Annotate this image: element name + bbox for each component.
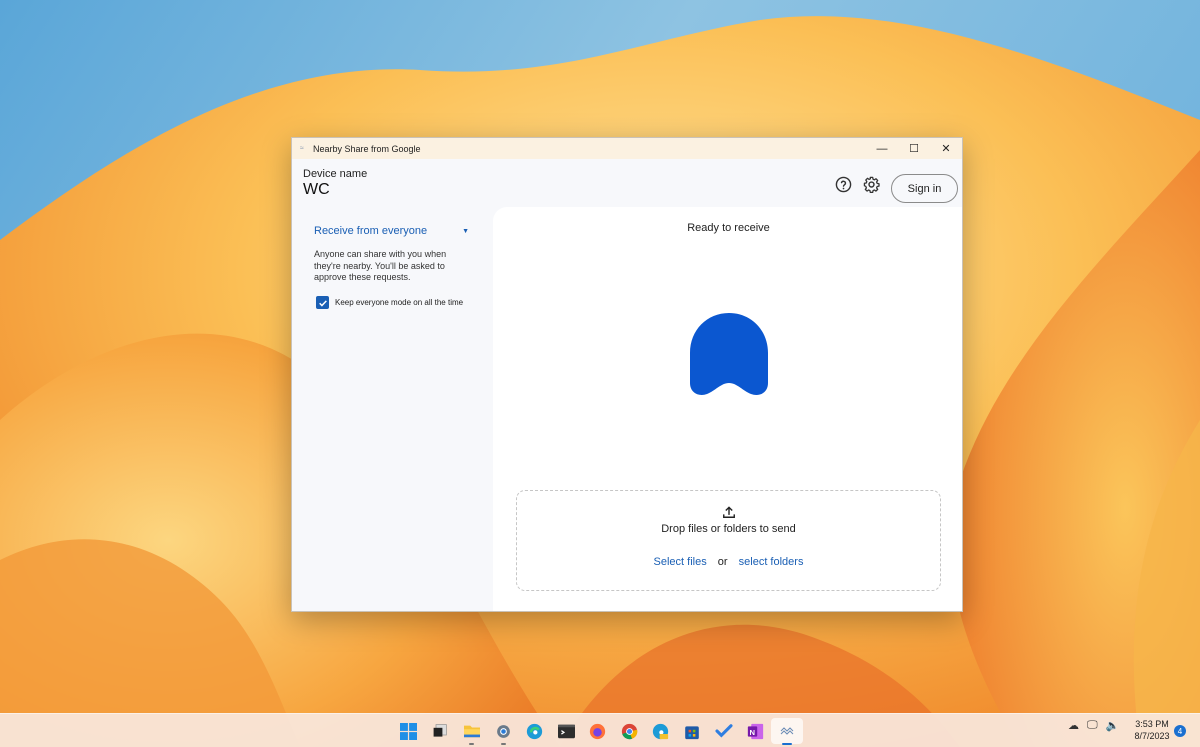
device-name-value: WC	[303, 181, 330, 198]
select-folders-link[interactable]: select folders	[739, 556, 804, 568]
or-separator: or	[717, 556, 728, 568]
taskbar-firefox[interactable]	[582, 718, 614, 744]
file-drop-zone[interactable]: Drop files or folders to send Select fil…	[516, 490, 941, 591]
select-files-link[interactable]: Select files	[654, 556, 707, 568]
taskbar-settings[interactable]	[488, 718, 520, 745]
receive-mode-label: Receive from everyone	[314, 225, 428, 237]
taskbar-task-view[interactable]	[425, 718, 457, 744]
clock-date: 8/7/2023	[1134, 731, 1170, 741]
clock-time: 3:53 PM	[1135, 719, 1169, 729]
upload-icon	[517, 505, 940, 519]
edge-icon	[527, 723, 543, 739]
taskbar-microsoft-store[interactable]	[677, 718, 709, 744]
receive-settings-panel: Receive from everyone ▼ Anyone can share…	[292, 211, 492, 611]
device-visibility-blob-icon	[690, 313, 768, 395]
title-bar[interactable]: ≈ Nearby Share from Google — ☐ ✕	[292, 138, 962, 159]
taskbar-chrome[interactable]	[614, 718, 646, 744]
folder-icon	[463, 725, 480, 738]
nearby-share-icon	[780, 727, 794, 735]
terminal-icon	[557, 724, 575, 738]
chrome-icon	[621, 723, 638, 739]
settings-gear-icon	[496, 724, 510, 738]
clock[interactable]: 3:53 PM 8/7/2023	[1132, 718, 1172, 742]
taskbar-edge-canary[interactable]	[645, 718, 677, 744]
caret-down-icon: ▼	[462, 228, 469, 235]
sign-in-button[interactable]: Sign in	[891, 174, 958, 203]
help-icon[interactable]	[833, 174, 853, 194]
receive-mode-description: Anyone can share with you when they're n…	[314, 249, 447, 282]
nearby-share-app-icon: ≈	[300, 144, 304, 152]
window-title: Nearby Share from Google	[313, 143, 421, 154]
running-indicator	[469, 743, 474, 745]
keep-everyone-mode-label: Keep everyone mode on all the time	[335, 298, 464, 307]
keep-everyone-mode-option[interactable]: Keep everyone mode on all the time	[316, 296, 463, 309]
taskbar-file-explorer[interactable]	[456, 718, 488, 745]
taskbar-terminal[interactable]	[551, 718, 583, 744]
windows-logo-icon	[400, 722, 418, 740]
firefox-icon	[590, 723, 606, 739]
todo-check-icon	[715, 724, 733, 738]
keep-everyone-mode-checkbox[interactable]	[316, 296, 329, 309]
taskbar-start-button[interactable]	[393, 718, 425, 744]
store-icon	[685, 725, 700, 739]
maximize-button[interactable]: ☐	[898, 138, 930, 159]
app-header: Device name WC Sign in	[292, 159, 962, 211]
taskbar-edge[interactable]	[519, 718, 551, 744]
checkmark-icon	[318, 299, 327, 307]
notification-badge[interactable]: 4	[1174, 725, 1186, 737]
receive-mode-dropdown[interactable]: Receive from everyone ▼	[314, 225, 469, 237]
close-button[interactable]: ✕	[930, 138, 962, 159]
send-receive-panel: Ready to receive Drop files or folders t…	[493, 207, 962, 611]
minimize-button[interactable]: —	[866, 138, 898, 159]
taskbar-onenote[interactable]: N	[740, 718, 772, 744]
receive-status: Ready to receive	[687, 222, 770, 234]
taskbar-nearby-share[interactable]	[771, 718, 803, 745]
task-view-icon	[433, 724, 448, 737]
volume-icon[interactable]: 🔈	[1106, 719, 1120, 732]
running-indicator	[500, 743, 506, 745]
svg-text:N: N	[749, 727, 755, 736]
taskbar: N ☁ 🖵 🔈 3:53 PM 8/7/2023 4	[0, 713, 1200, 747]
onedrive-cloud-icon[interactable]: ☁	[1068, 719, 1079, 732]
drop-instructions: Drop files or folders to send	[661, 523, 796, 535]
nearby-share-window: ≈ Nearby Share from Google — ☐ ✕ Device …	[291, 137, 963, 612]
gear-icon[interactable]	[861, 174, 881, 194]
edge-canary-icon	[653, 723, 669, 739]
onenote-icon: N	[747, 723, 763, 739]
system-tray: ☁ 🖵 🔈	[1068, 719, 1127, 732]
device-name-label: Device name	[303, 168, 368, 180]
network-icon[interactable]: 🖵	[1087, 719, 1098, 732]
taskbar-todo[interactable]	[708, 718, 740, 744]
active-indicator	[782, 743, 792, 745]
